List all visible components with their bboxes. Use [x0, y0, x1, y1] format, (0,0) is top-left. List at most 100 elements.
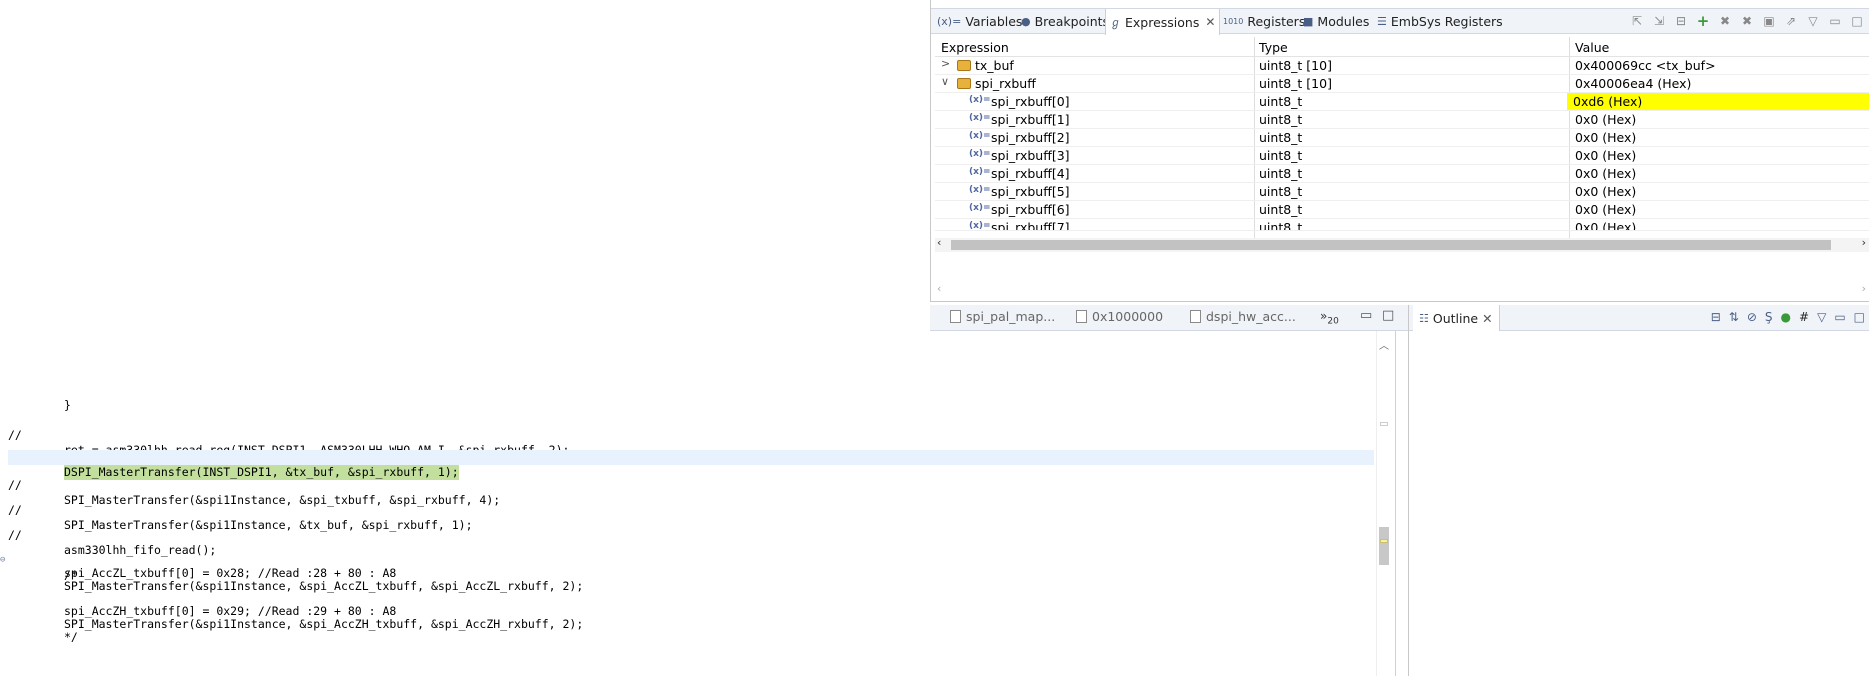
maximize-icon[interactable]: □	[1849, 13, 1865, 29]
scroll-right-icon[interactable]: ›	[1862, 236, 1866, 249]
view-menu-icon[interactable]: ▽	[1805, 13, 1821, 29]
editor-outline-splitter[interactable]	[1395, 331, 1408, 676]
editor-tab-label: spi_pal_map...	[966, 309, 1056, 324]
remove-expression-icon[interactable]: ✖	[1717, 13, 1733, 29]
fold-icon[interactable]: ⊖	[0, 553, 5, 568]
tab-variables[interactable]: (x)= Variables	[933, 9, 1026, 34]
close-icon[interactable]: ✕	[1205, 15, 1215, 29]
collapse-all-icon[interactable]: ⊟	[1711, 310, 1721, 324]
add-expression-icon[interactable]: +	[1695, 12, 1711, 30]
outline-icon: ☷	[1419, 311, 1429, 325]
expression-row-element[interactable]: (x)= spi_rxbuff[6] uint8_t 0x0 (Hex)	[935, 201, 1869, 219]
code-line: */	[8, 615, 1374, 644]
column-header-type[interactable]: Type	[1259, 40, 1288, 55]
code-line: // ret = asm330lhh_read_reg(INST_DSPI1, …	[8, 413, 1374, 457]
tab-registers[interactable]: 1010 Registers	[1219, 9, 1309, 34]
expression-row-tx-buf[interactable]: > tx_buf uint8_t [10] 0x400069cc <tx_buf…	[935, 57, 1869, 75]
expression-row-element[interactable]: (x)= spi_rxbuff[5] uint8_t 0x0 (Hex)	[935, 183, 1869, 201]
expression-value[interactable]: 0x0 (Hex)	[1575, 112, 1636, 127]
header-file-icon	[950, 310, 961, 323]
details-pane-scrollbar[interactable]: ‹ ›	[935, 282, 1869, 296]
column-header-expression[interactable]: Expression	[941, 40, 1009, 55]
hide-includes-icon[interactable]: #	[1799, 310, 1809, 324]
collapse-icon[interactable]: ⊟	[1673, 13, 1689, 29]
editor-tab[interactable]: dspi_hw_acc...	[1190, 309, 1296, 324]
expression-row-element[interactable]: (x)= spi_rxbuff[7] uint8_t 0x0 (Hex)	[935, 219, 1869, 231]
expressions-horizontal-scrollbar[interactable]: ‹ ›	[935, 236, 1869, 252]
scroll-right-icon[interactable]: ›	[1862, 282, 1866, 295]
editor-tab[interactable]: spi_pal_map...	[950, 309, 1055, 324]
memory-icon	[1076, 310, 1087, 323]
tab-modules[interactable]: ■ Modules	[1299, 9, 1373, 34]
minimize-icon[interactable]: ▭	[1834, 310, 1845, 324]
overview-marker[interactable]	[1380, 422, 1388, 426]
code-line: }	[8, 383, 1374, 412]
scroll-up-icon[interactable]: ︿	[1379, 337, 1389, 352]
expression-row-element[interactable]: (x)= spi_rxbuff[1] uint8_t 0x0 (Hex)	[935, 111, 1869, 129]
expression-value-changed[interactable]: 0xd6 (Hex)	[1567, 93, 1869, 110]
expression-value[interactable]: 0x0 (Hex)	[1575, 220, 1636, 230]
editor-tab[interactable]: 0x1000000	[1076, 309, 1163, 324]
outline-tabbar: ☷ Outline ✕ ⊟ ⇅ ⊘ Ş ● # ▽ ▭ □	[1409, 305, 1869, 331]
header-file-icon	[1190, 310, 1201, 323]
expression-value[interactable]: 0x0 (Hex)	[1575, 202, 1636, 217]
view-menu-icon[interactable]: ▽	[1817, 310, 1826, 324]
overview-marker[interactable]	[1380, 539, 1388, 543]
scroll-left-icon[interactable]: ‹	[937, 282, 941, 295]
tab-expressions[interactable]: ℊ Expressions ✕	[1105, 9, 1221, 35]
remove-all-icon[interactable]: ✖	[1739, 13, 1755, 29]
expression-name: spi_rxbuff[4]	[991, 166, 1070, 181]
editor-vertical-scrollbar[interactable]: ︿	[1376, 331, 1390, 676]
sort-icon[interactable]: ⇅	[1729, 310, 1739, 324]
tab-embsys-registers[interactable]: ☰ EmbSys Registers	[1373, 9, 1507, 34]
expression-row-element[interactable]: (x)= spi_rxbuff[3] uint8_t 0x0 (Hex)	[935, 147, 1869, 165]
expression-value[interactable]: 0x0 (Hex)	[1575, 130, 1636, 145]
more-tabs-button[interactable]: »20	[1320, 309, 1339, 326]
expression-value[interactable]: 0x0 (Hex)	[1575, 184, 1636, 199]
tab-outline[interactable]: ☷ Outline ✕	[1413, 305, 1500, 331]
array-icon	[957, 60, 971, 71]
expression-name: spi_rxbuff[3]	[991, 148, 1070, 163]
expression-value[interactable]: 0x0 (Hex)	[1575, 148, 1636, 163]
hide-non-public-icon[interactable]: ●	[1781, 310, 1791, 324]
expression-name: spi_rxbuff[2]	[991, 130, 1070, 145]
expression-row-element[interactable]: (x)= spi_rxbuff[2] uint8_t 0x0 (Hex)	[935, 129, 1869, 147]
expression-row-spi-rxbuff[interactable]: ∨ spi_rxbuff uint8_t [10] 0x40006ea4 (He…	[935, 75, 1869, 93]
modules-icon: ■	[1303, 15, 1314, 28]
column-header-value[interactable]: Value	[1575, 40, 1609, 55]
collapse-all-icon[interactable]: ⇱	[1629, 13, 1645, 29]
expressions-table: Expression Type Value > tx_buf uint8_t […	[935, 37, 1869, 242]
expression-value[interactable]: 0x0 (Hex)	[1575, 166, 1636, 181]
maximize-icon[interactable]: □	[1854, 310, 1865, 324]
hide-fields-icon[interactable]: ⊘	[1747, 310, 1757, 324]
expression-row-element[interactable]: (x)= spi_rxbuff[4] uint8_t 0x0 (Hex)	[935, 165, 1869, 183]
maximize-icon[interactable]: □	[1382, 308, 1394, 323]
minimize-icon[interactable]: ▭	[1827, 13, 1843, 29]
hide-static-icon[interactable]: Ş	[1765, 310, 1773, 324]
new-view-icon[interactable]: ▣	[1761, 13, 1777, 29]
scrollbar-thumb[interactable]	[951, 240, 1831, 250]
array-icon	[957, 78, 971, 89]
outline-toolbar: ⊟ ⇅ ⊘ Ş ● # ▽ ▭ □	[1711, 310, 1865, 324]
show-type-names-icon[interactable]: ⇲	[1651, 13, 1667, 29]
variable-icon: (x)=	[969, 203, 991, 213]
minimize-icon[interactable]: ▭	[1360, 308, 1372, 323]
pin-icon[interactable]: ⇗	[1783, 13, 1799, 29]
tab-label: Breakpoints	[1034, 14, 1110, 29]
close-icon[interactable]: ✕	[1482, 311, 1492, 326]
tab-breakpoints[interactable]: ● Breakpoints	[1017, 9, 1113, 34]
expression-name: spi_rxbuff[1]	[991, 112, 1070, 127]
collapse-icon[interactable]: ∨	[941, 75, 949, 88]
expression-value[interactable]: 0x40006ea4 (Hex)	[1575, 76, 1691, 91]
expressions-toolbar: ⇱ ⇲ ⊟ + ✖ ✖ ▣ ⇗ ▽ ▭ □	[1629, 12, 1865, 30]
code-text: }	[64, 398, 71, 412]
expression-type: uint8_t	[1259, 166, 1303, 181]
code-line: // SPI_MasterTransfer(&spi1Instance, &tx…	[8, 488, 1374, 532]
code-editor[interactable]: } // ret = asm330lhh_read_reg(INST_DSPI1…	[0, 331, 1390, 676]
expand-icon[interactable]: >	[941, 57, 950, 70]
expression-row-element[interactable]: (x)= spi_rxbuff[0] uint8_t 0xd6 (Hex)	[935, 93, 1869, 111]
scroll-left-icon[interactable]: ‹	[937, 236, 941, 249]
scrollbar-thumb[interactable]	[1379, 527, 1389, 565]
expression-type: uint8_t	[1259, 94, 1303, 109]
expression-value[interactable]: 0x400069cc <tx_buf>	[1575, 58, 1716, 73]
